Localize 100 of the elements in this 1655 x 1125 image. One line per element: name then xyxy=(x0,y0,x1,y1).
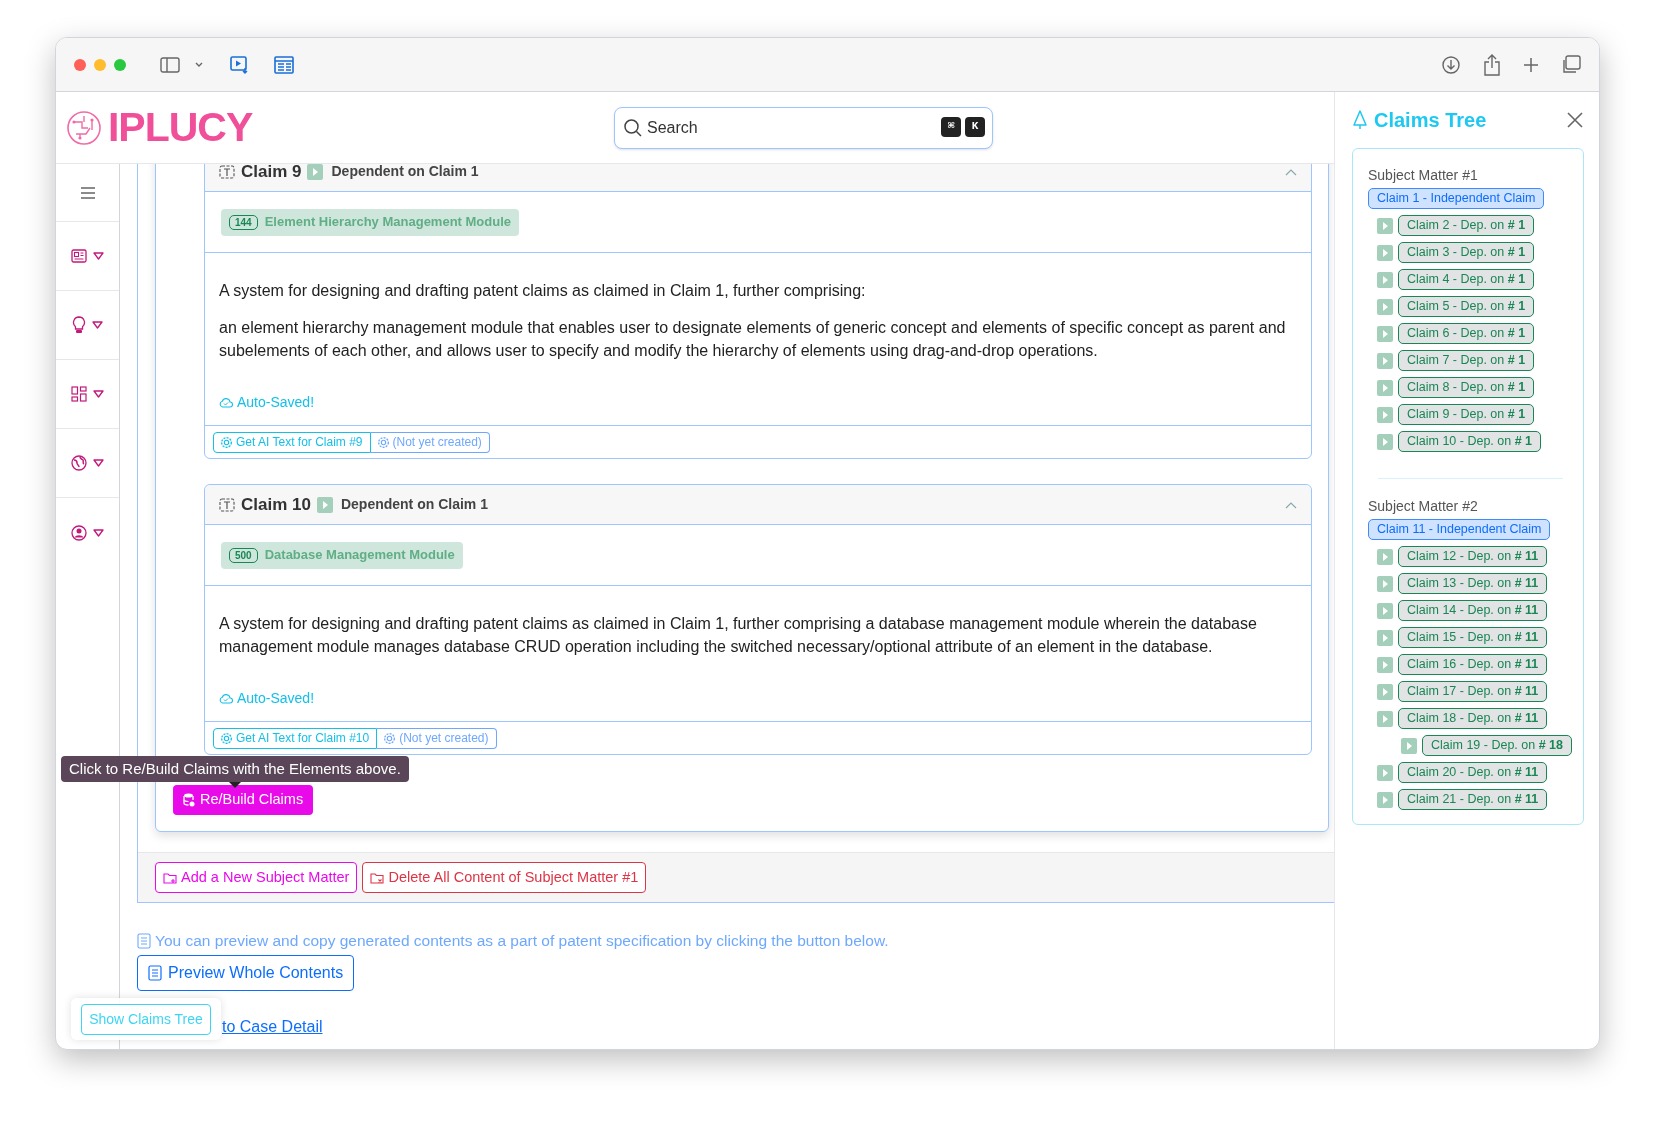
ai-text-status-button[interactable]: (Not yet created) xyxy=(377,727,497,749)
play-icon[interactable] xyxy=(307,164,324,180)
logo-text: IPLUCY xyxy=(108,107,253,148)
dependent-claim-chip[interactable]: Claim 14 - Dep. on # 11 xyxy=(1398,600,1548,621)
play-icon[interactable] xyxy=(1401,737,1417,754)
menu-icon[interactable] xyxy=(79,186,96,199)
dropdown-triangle-icon[interactable] xyxy=(93,459,104,467)
add-subject-matter-button[interactable]: Add a New Subject Matter xyxy=(155,862,358,893)
minimize-window-icon[interactable] xyxy=(94,58,106,71)
shortcut-key: ⌘ xyxy=(941,116,961,137)
dependent-claim-chip[interactable]: Claim 3 - Dep. on # 1 xyxy=(1398,242,1535,263)
play-icon[interactable] xyxy=(1377,575,1393,592)
chevron-up-icon[interactable] xyxy=(1285,167,1297,176)
play-icon[interactable] xyxy=(1377,548,1393,565)
dependent-claim-chip[interactable]: Claim 10 - Dep. on # 1 xyxy=(1398,431,1542,452)
dependent-claim-chip[interactable]: Claim 20 - Dep. on # 11 xyxy=(1398,762,1548,783)
dependent-claim-chip[interactable]: Claim 5 - Dep. on # 1 xyxy=(1398,296,1535,317)
table-icon[interactable] xyxy=(274,55,294,74)
chevron-up-icon[interactable] xyxy=(1285,500,1297,509)
dropdown-triangle-icon[interactable] xyxy=(92,321,103,329)
delete-content-button[interactable]: Delete All Content of Subject Matter #1 xyxy=(362,862,647,893)
preview-whole-contents-button[interactable]: Preview Whole Contents xyxy=(137,955,355,992)
sidebar-toggle-icon[interactable] xyxy=(160,56,180,73)
back-to-case-detail-link[interactable]: to Case Detail xyxy=(222,1015,323,1040)
cloud-check-icon xyxy=(219,397,233,408)
close-window-icon[interactable] xyxy=(74,58,86,71)
play-icon[interactable] xyxy=(1377,602,1393,619)
save-status: Auto-Saved! xyxy=(237,689,315,708)
play-icon[interactable] xyxy=(1377,379,1393,396)
tree-icon xyxy=(1352,110,1368,130)
logo-icon xyxy=(66,109,102,146)
dependent-claim-chip[interactable]: Claim 12 - Dep. on # 11 xyxy=(1398,546,1548,567)
play-icon[interactable] xyxy=(1377,298,1393,315)
get-ai-text-button[interactable]: Get AI Text for Claim #9 xyxy=(213,431,371,453)
dropdown-triangle-icon[interactable] xyxy=(93,528,104,537)
tabs-overview-icon[interactable] xyxy=(1561,54,1581,75)
play-icon[interactable] xyxy=(1377,791,1393,808)
database-icon xyxy=(183,793,195,807)
play-icon[interactable] xyxy=(1377,629,1393,646)
zoom-window-icon[interactable] xyxy=(114,58,126,71)
play-icon[interactable] xyxy=(1377,683,1393,700)
user-icon[interactable] xyxy=(71,524,87,541)
ai-text-status-button[interactable]: (Not yet created) xyxy=(370,431,490,453)
play-icon[interactable] xyxy=(1377,244,1393,261)
dependent-claim-chip[interactable]: Claim 7 - Dep. on # 1 xyxy=(1398,350,1535,371)
rebuild-claims-button[interactable]: Re/Build Claims xyxy=(173,785,314,815)
tooltip-arrow-icon xyxy=(229,782,241,788)
dashboard-icon[interactable] xyxy=(71,386,87,402)
preview-hint: You can preview and copy generated contents as a part of patent specification by clicking the button below. xyxy=(155,931,889,951)
element-name: Database Management Module xyxy=(264,546,455,565)
claim-text[interactable]: an element hierarchy management module that enables user to designate elements of generic concept and elements of specific concept as parent and subelements of each other, and allows user to specify and modify the hierarchy of elements using drag-and-drop operations. xyxy=(219,316,1287,362)
dropdown-triangle-icon[interactable] xyxy=(93,252,104,260)
independent-claim-chip[interactable]: Claim 11 - Independent Claim xyxy=(1368,519,1551,540)
document-list-icon xyxy=(148,965,162,982)
dependent-claim-chip[interactable]: Claim 13 - Dep. on # 11 xyxy=(1398,573,1548,594)
cloud-check-icon xyxy=(219,693,233,704)
search-icon xyxy=(623,117,643,138)
dependent-claim-chip[interactable]: Claim 2 - Dep. on # 1 xyxy=(1398,215,1535,236)
play-icon[interactable] xyxy=(316,496,333,513)
close-icon[interactable] xyxy=(1566,111,1584,129)
play-icon[interactable] xyxy=(1377,764,1393,781)
new-tab-icon[interactable] xyxy=(1523,56,1539,73)
dropdown-triangle-icon[interactable] xyxy=(93,390,104,398)
play-icon[interactable] xyxy=(1377,271,1393,288)
share-icon[interactable] xyxy=(1483,53,1501,76)
gear-icon xyxy=(384,732,396,744)
play-icon[interactable] xyxy=(1377,710,1393,727)
play-icon[interactable] xyxy=(1377,406,1393,423)
dependent-claim-chip[interactable]: Claim 6 - Dep. on # 1 xyxy=(1398,323,1535,344)
play-icon[interactable] xyxy=(1377,433,1393,450)
dependent-claim-chip[interactable]: Claim 8 - Dep. on # 1 xyxy=(1398,377,1535,398)
dependent-claim-chip[interactable]: Claim 16 - Dep. on # 11 xyxy=(1398,654,1548,675)
dependent-claim-chip[interactable]: Claim 18 - Dep. on # 11 xyxy=(1398,708,1548,729)
get-ai-text-button[interactable]: Get AI Text for Claim #10 xyxy=(213,727,378,749)
claims-tree-title: Claims Tree xyxy=(1374,108,1487,133)
newspaper-icon[interactable] xyxy=(71,249,87,263)
element-number: 144 xyxy=(229,214,258,230)
claim-text[interactable]: A system for designing and drafting patent claims as claimed in Claim 1, further comprising: xyxy=(219,279,1287,302)
dependent-claim-chip[interactable]: Claim 15 - Dep. on # 11 xyxy=(1398,627,1548,648)
dependency-label: Dependent on Claim 1 xyxy=(340,495,488,514)
play-icon[interactable] xyxy=(1377,325,1393,342)
play-icon[interactable] xyxy=(1377,352,1393,369)
play-icon[interactable] xyxy=(1377,656,1393,673)
download-icon[interactable] xyxy=(1441,54,1461,75)
play-list-icon[interactable] xyxy=(230,55,250,74)
element-tag[interactable]: 500 Database Management Module xyxy=(221,541,463,569)
dependent-claim-chip[interactable]: Claim 19 - Dep. on # 18 xyxy=(1422,735,1573,756)
tooltip: Click to Re/Build Claims with the Elements above. xyxy=(61,756,409,782)
chevron-down-icon[interactable] xyxy=(194,60,204,69)
globe-icon[interactable] xyxy=(71,455,87,471)
gear-icon xyxy=(377,436,389,448)
dependent-claim-chip[interactable]: Claim 4 - Dep. on # 1 xyxy=(1398,269,1535,290)
play-icon[interactable] xyxy=(1377,217,1393,234)
dependent-claim-chip[interactable]: Claim 9 - Dep. on # 1 xyxy=(1398,404,1535,425)
lightbulb-icon[interactable] xyxy=(72,316,86,334)
dependent-claim-chip[interactable]: Claim 17 - Dep. on # 11 xyxy=(1398,681,1548,702)
independent-claim-chip[interactable]: Claim 1 - Independent Claim xyxy=(1368,188,1545,209)
element-tag[interactable]: 144 Element Hierarchy Management Module xyxy=(221,208,520,236)
claim-text[interactable]: A system for designing and drafting patent claims as claimed in Claim 1, further comprising a database management module wherein the database management module manages database CRUD operation including the switched necessary/optional attribute of an element in the database. xyxy=(219,612,1287,658)
dependent-claim-chip[interactable]: Claim 21 - Dep. on # 11 xyxy=(1398,789,1548,810)
